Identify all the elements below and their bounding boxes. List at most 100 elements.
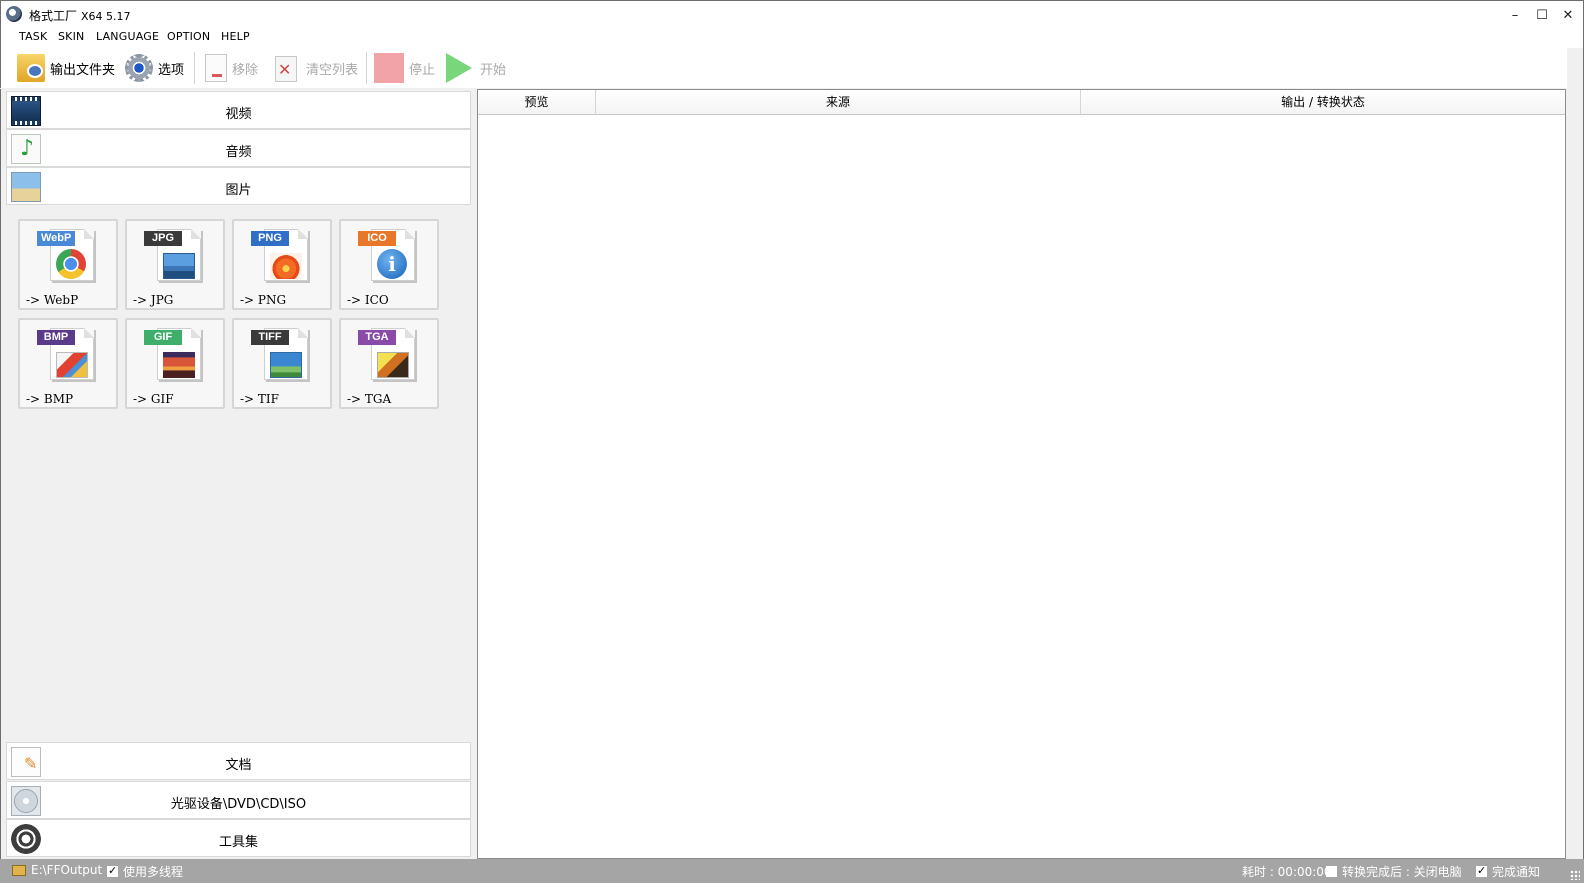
status-bar: E:\FFOutput 使用多线程 耗时 : 00:00:00 转换完成后 : … — [0, 859, 1584, 883]
format-ico-button[interactable]: ICO i -> ICO — [339, 219, 439, 310]
start-label: 开始 — [480, 62, 507, 78]
format-webp-button[interactable]: WebP -> WebP — [18, 219, 118, 310]
chrome-icon — [56, 249, 86, 279]
format-jpg-button[interactable]: JPG -> JPG — [125, 219, 225, 310]
checkbox-unchecked[interactable] — [1326, 866, 1337, 877]
clear-list-icon — [273, 54, 301, 82]
checkbox-checked[interactable] — [107, 864, 118, 877]
format-png-button[interactable]: PNG -> PNG — [232, 219, 332, 310]
format-tag: PNG — [251, 231, 289, 246]
output-folder-label: 输出文件夹 — [50, 62, 116, 78]
menu-language[interactable]: LANGUAGE — [96, 30, 159, 43]
format-gif-button[interactable]: GIF -> GIF — [125, 318, 225, 409]
format-label: -> TIF — [240, 392, 279, 406]
stop-button[interactable]: 停止 — [374, 52, 435, 84]
stop-icon — [374, 53, 404, 83]
category-dvd-label: 光驱设备\DVD\CD\ISO — [170, 797, 307, 812]
multithread-checkbox[interactable]: 使用多线程 — [107, 863, 183, 880]
toolbar: 输出文件夹 选项 移除 清空列表 停止 开始 — [0, 48, 1584, 88]
window-title-name: 格式工厂 — [29, 9, 78, 23]
category-picture-label: 图片 — [225, 183, 252, 198]
category-document-label: 文档 — [225, 758, 252, 773]
clear-list-button[interactable]: 清空列表 — [273, 52, 358, 84]
category-picture[interactable]: 图片 — [6, 167, 471, 205]
format-tif-button[interactable]: TIFF -> TIF — [232, 318, 332, 409]
menu-skin[interactable]: SKIN — [58, 30, 84, 43]
category-audio[interactable]: 音频 — [6, 129, 471, 167]
toolbar-separator — [366, 52, 367, 84]
category-video[interactable]: 视频 — [6, 91, 471, 129]
elapsed-time: 耗时 : 00:00:00 — [1242, 863, 1332, 880]
category-tools[interactable]: 工具集 — [6, 819, 471, 857]
options-label: 选项 — [158, 62, 185, 78]
info-icon: i — [377, 249, 407, 279]
folder-icon — [12, 864, 26, 876]
menu-help[interactable]: HELP — [221, 30, 250, 43]
format-tga-button[interactable]: TGA -> TGA — [339, 318, 439, 409]
window-version: X64 5.17 — [81, 10, 131, 23]
window-title: 格式工厂 X64 5.17 — [29, 7, 131, 24]
checkbox-checked[interactable] — [1476, 864, 1487, 877]
remove-button[interactable]: 移除 — [205, 52, 258, 84]
format-label: -> PNG — [240, 293, 287, 307]
bottom-edge — [0, 883, 1584, 891]
window-frame — [1567, 48, 1584, 859]
elapsed-time-text: 耗时 : 00:00:00 — [1242, 865, 1332, 879]
format-tag: ICO — [358, 231, 396, 246]
paint-brush-icon — [56, 352, 88, 378]
resize-grip-icon[interactable] — [1570, 870, 1580, 880]
flower-icon — [270, 253, 302, 279]
photo-icon — [163, 253, 195, 279]
options-button[interactable]: 选项 — [125, 52, 184, 84]
close-button[interactable]: ✕ — [1554, 1, 1582, 29]
format-label: -> ICO — [347, 293, 389, 307]
format-label: -> JPG — [133, 293, 174, 307]
image-icon — [377, 352, 409, 378]
category-document[interactable]: 文档 — [6, 742, 471, 780]
column-preview[interactable]: 预览 — [478, 90, 596, 115]
output-path-text: E:\FFOutput — [31, 863, 103, 877]
app-icon — [6, 6, 22, 22]
menu-option[interactable]: OPTION — [167, 30, 210, 43]
category-audio-label: 音频 — [225, 145, 252, 160]
format-label: -> TGA — [347, 392, 392, 406]
after-convert-checkbox[interactable]: 转换完成后 : 关闭电脑 — [1326, 863, 1462, 880]
format-label: -> BMP — [26, 392, 74, 406]
menu-task[interactable]: TASK — [19, 30, 47, 43]
category-video-label: 视频 — [225, 107, 252, 122]
output-path-link[interactable]: E:\FFOutput — [12, 863, 102, 877]
format-tag: TGA — [358, 330, 396, 345]
format-tag: BMP — [37, 330, 75, 345]
format-tag: JPG — [144, 231, 182, 246]
folder-icon — [17, 54, 45, 82]
clear-list-label: 清空列表 — [306, 62, 359, 78]
maximize-button[interactable]: ☐ — [1528, 1, 1556, 29]
multithread-label: 使用多线程 — [123, 865, 184, 879]
notify-checkbox[interactable]: 完成通知 — [1476, 863, 1540, 880]
format-label: -> WebP — [26, 293, 79, 307]
column-source[interactable]: 来源 — [596, 90, 1081, 115]
toolbar-separator — [194, 52, 195, 84]
format-tag: WebP — [37, 231, 76, 246]
format-bmp-button[interactable]: BMP -> BMP — [18, 318, 118, 409]
sunset-icon — [163, 352, 195, 378]
category-panel: 视频 音频 图片 WebP -> WebP JPG -> JPG PNG -> … — [0, 89, 472, 859]
remove-document-icon — [205, 54, 227, 82]
landscape-icon — [270, 352, 302, 378]
gear-icon — [125, 54, 153, 82]
after-convert-label: 转换完成后 : 关闭电脑 — [1342, 865, 1462, 879]
stop-label: 停止 — [409, 62, 436, 78]
notify-label: 完成通知 — [1492, 865, 1541, 879]
format-tag: TIFF — [251, 330, 289, 345]
minimize-button[interactable]: – — [1501, 1, 1529, 29]
column-status[interactable]: 输出 / 转换状态 — [1081, 90, 1565, 115]
start-button[interactable]: 开始 — [446, 52, 506, 84]
play-icon — [446, 53, 472, 83]
task-list[interactable]: 预览 来源 输出 / 转换状态 — [477, 89, 1566, 859]
category-tools-label: 工具集 — [218, 835, 258, 850]
remove-label: 移除 — [232, 62, 259, 78]
category-dvd[interactable]: 光驱设备\DVD\CD\ISO — [6, 781, 471, 819]
format-label: -> GIF — [133, 392, 174, 406]
output-folder-button[interactable]: 输出文件夹 — [17, 52, 115, 84]
format-tag: GIF — [144, 330, 182, 345]
